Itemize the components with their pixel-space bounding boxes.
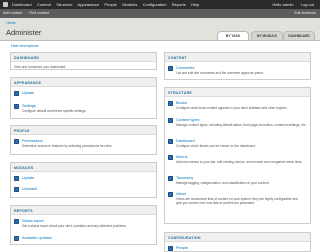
edit-shortcuts-link[interactable]: Edit shortcuts xyxy=(294,11,316,15)
panel-header: APPEARANCE xyxy=(11,78,156,87)
shortcut-list: Add content Find content xyxy=(3,11,55,15)
panel-title: APPEARANCE xyxy=(14,80,42,85)
panel-title: PEOPLE xyxy=(14,128,30,133)
panel-structure: STRUCTURE Blocks Configure what block co… xyxy=(164,87,311,224)
item-description: Determine access to features by selectin… xyxy=(22,144,113,148)
panel-header: MODULES xyxy=(11,163,156,172)
item-description: Configure what block content appears in … xyxy=(176,106,288,110)
breadcrumb[interactable]: Home xyxy=(6,21,16,25)
item-label[interactable]: Taxonomy xyxy=(176,176,193,180)
item-description: Manage tagging, categorization, and clas… xyxy=(176,181,270,185)
item-label[interactable]: Update xyxy=(22,176,34,180)
task-icon xyxy=(168,66,173,71)
toolbar-user: Hello admin Log out xyxy=(266,2,314,7)
panel-title: STRUCTURE xyxy=(168,90,192,95)
item-description: Manage content types, including default … xyxy=(176,123,307,127)
toolbar-item-people[interactable]: People xyxy=(104,2,116,7)
home-icon[interactable] xyxy=(3,1,8,7)
item-label[interactable]: Available updates xyxy=(22,236,52,240)
task-icon xyxy=(168,155,173,160)
item-label[interactable]: Comments xyxy=(176,66,194,70)
item-label[interactable]: Blocks xyxy=(176,101,187,105)
task-icon xyxy=(14,236,19,241)
task-icon xyxy=(168,176,173,181)
toolbar-item-help[interactable]: Help xyxy=(191,2,199,7)
panel-title: REPORTS xyxy=(14,208,33,213)
task-icon xyxy=(14,187,19,192)
panel-appearance: APPEARANCE Update Settings Configure def… xyxy=(10,77,157,119)
panel-title: CONFIGURATION xyxy=(168,235,201,240)
panel-content: CONTENT Comments List and edit site comm… xyxy=(164,52,311,80)
item-description: List and edit site comments and the comm… xyxy=(176,71,264,75)
item-label[interactable]: People xyxy=(176,246,188,250)
toolbar-item-dashboard[interactable]: Dashboard xyxy=(12,2,32,7)
admin-toolbar: Dashboard Content Structure Appearance P… xyxy=(0,0,320,9)
toolbar-menu: Dashboard Content Structure Appearance P… xyxy=(12,2,204,7)
task-icon xyxy=(14,104,19,109)
task-icon xyxy=(168,192,173,197)
task-icon xyxy=(168,101,173,106)
shortcut-add-content[interactable]: Add content xyxy=(3,11,22,15)
panel-reports: REPORTS Status report Get a status repor… xyxy=(10,205,157,245)
toolbar-item-structure[interactable]: Structure xyxy=(56,2,72,7)
task-icon xyxy=(14,139,19,144)
panel-people: PEOPLE Permissions Determine access to f… xyxy=(10,125,157,155)
item-label[interactable]: Menus xyxy=(176,155,187,159)
item-label[interactable]: Status report xyxy=(22,219,44,223)
tab-by-module[interactable]: BY MODULE xyxy=(251,31,283,40)
panel-header: CONFIGURATION xyxy=(165,233,310,242)
panel-configuration: CONFIGURATION People xyxy=(164,232,311,252)
item-description: Views are customized lists of content on… xyxy=(176,197,298,205)
item-label[interactable]: Views xyxy=(176,192,186,196)
panel-title: DASHBOARD xyxy=(14,55,40,60)
item-label[interactable]: Dashboard xyxy=(176,139,195,143)
panel-header: CONTENT xyxy=(165,53,310,62)
panel-header: DASHBOARD xyxy=(11,53,156,62)
logout-link[interactable]: Log out xyxy=(301,2,314,7)
panel-dashboard: DASHBOARD View and customize your dashbo… xyxy=(10,52,157,70)
task-icon xyxy=(168,139,173,144)
toolbar-item-reports[interactable]: Reports xyxy=(172,2,186,7)
hide-descriptions-link[interactable]: Hide descriptions xyxy=(11,44,39,48)
toolbar-item-content[interactable]: Content xyxy=(37,2,51,7)
item-description: Configure default and theme specific set… xyxy=(22,109,87,113)
item-label[interactable]: Settings xyxy=(22,104,36,108)
item-label[interactable]: Uninstall xyxy=(22,187,37,191)
panel-description: View and customize your dashboard. xyxy=(14,65,67,69)
task-icon xyxy=(14,219,19,224)
item-description: Configure which blocks can be shown on t… xyxy=(176,144,256,148)
toolbar-item-configuration[interactable]: Configuration xyxy=(143,2,167,7)
item-description: Get a status report about your site's op… xyxy=(22,224,127,228)
tab-by-task[interactable]: BY TASK xyxy=(217,31,249,40)
item-label[interactable]: Content types xyxy=(176,118,199,122)
item-label[interactable]: Update xyxy=(22,91,34,95)
shortcut-find-content[interactable]: Find content xyxy=(29,11,49,15)
task-icon xyxy=(14,91,19,96)
task-icon xyxy=(168,118,173,123)
item-label[interactable]: Permissions xyxy=(22,139,43,143)
panel-header: STRUCTURE xyxy=(165,88,310,97)
panel-title: MODULES xyxy=(14,165,34,170)
task-icon xyxy=(14,176,19,181)
panel-title: CONTENT xyxy=(168,55,187,60)
task-icon xyxy=(168,246,173,251)
toolbar-item-appearance[interactable]: Appearance xyxy=(78,2,100,7)
toolbar-item-modules[interactable]: Modules xyxy=(122,2,137,7)
panel-modules: MODULES Update Uninstall xyxy=(10,162,157,198)
tab-dashboard[interactable]: DASHBOARD xyxy=(283,31,315,40)
page-title: Administer xyxy=(6,28,42,37)
panel-header: REPORTS xyxy=(11,206,156,215)
shortcuts-bar: Add content Find content Edit shortcuts xyxy=(0,9,320,18)
user-greeting[interactable]: Hello admin xyxy=(272,2,293,7)
panel-header: PEOPLE xyxy=(11,126,156,135)
item-description: Add new menus to your site, edit existin… xyxy=(176,160,303,164)
